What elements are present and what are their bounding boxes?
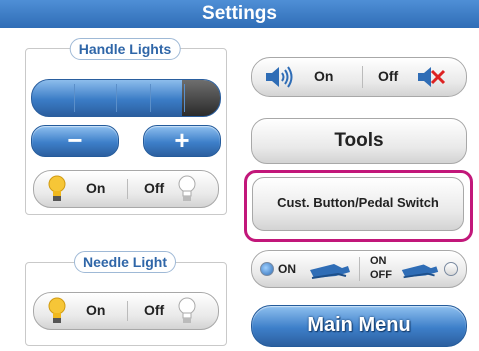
needle-light-on-label: On (86, 302, 106, 318)
minus-icon: − (67, 125, 83, 155)
sound-on-label: On (314, 68, 334, 84)
handle-lights-off-button[interactable]: Off (132, 171, 212, 207)
main-menu-button[interactable]: Main Menu (251, 305, 467, 347)
handle-lights-toggle: On Off (33, 170, 219, 208)
radio-selected-icon (260, 262, 274, 276)
title-bar: Settings (0, 0, 479, 28)
custom-button-pedal-switch-label: Cust. Button/Pedal Switch (277, 195, 439, 210)
segment-divider (184, 84, 185, 112)
sound-on-button[interactable]: On (252, 58, 360, 96)
lightbulb-off-icon (178, 297, 196, 323)
pedal-switch-icon (401, 264, 439, 279)
needle-light-on-button[interactable]: On (74, 293, 124, 329)
needle-light-off-button[interactable]: Off (132, 293, 212, 329)
tools-button[interactable]: Tools (251, 118, 467, 164)
sound-off-label: Off (378, 68, 399, 84)
custom-button-pedal-switch-button[interactable]: Cust. Button/Pedal Switch (252, 177, 464, 231)
needle-light-title: Needle Light (73, 251, 177, 273)
sound-off-button[interactable]: Off (364, 58, 464, 96)
brightness-slider[interactable] (31, 79, 221, 117)
plus-icon: + (174, 125, 190, 155)
handle-lights-on-label: On (86, 180, 106, 196)
needle-light-toggle: On Off (33, 292, 219, 330)
speaker-on-icon (266, 66, 293, 88)
sound-toggle: On Off (251, 57, 467, 97)
lightbulb-on-icon (48, 297, 66, 323)
toggle-divider (127, 301, 128, 321)
switch-mode-on-off-label-line1: ON (370, 255, 387, 267)
toggle-divider (362, 66, 363, 88)
lightbulb-off-icon (178, 175, 196, 201)
pedal-switch-icon (310, 264, 350, 279)
segment-divider (116, 84, 117, 112)
page-title: Settings (202, 3, 277, 24)
switch-mode-on-label: ON (278, 262, 296, 276)
switch-mode-toggle: ON ON OFF (251, 250, 467, 288)
toggle-divider (127, 179, 128, 199)
brightness-unfilled (182, 80, 220, 116)
segment-divider (74, 84, 75, 112)
handle-lights-off-label: Off (144, 180, 165, 196)
handle-lights-on-button[interactable]: On (74, 171, 124, 207)
switch-mode-on-off-label-line2: OFF (370, 269, 392, 281)
decrease-brightness-button[interactable]: − (31, 125, 119, 157)
switch-mode-on[interactable]: ON (252, 251, 358, 287)
switch-mode-on-off[interactable]: ON OFF (360, 251, 464, 287)
handle-lights-title: Handle Lights (69, 38, 181, 60)
tools-label: Tools (334, 130, 384, 151)
increase-brightness-button[interactable]: + (143, 125, 221, 157)
lightbulb-on-icon (48, 175, 66, 201)
needle-light-off-label: Off (144, 302, 165, 318)
radio-unselected-icon (444, 262, 458, 276)
speaker-muted-icon (418, 67, 446, 87)
segment-divider (150, 84, 151, 112)
main-menu-label: Main Menu (307, 314, 411, 336)
